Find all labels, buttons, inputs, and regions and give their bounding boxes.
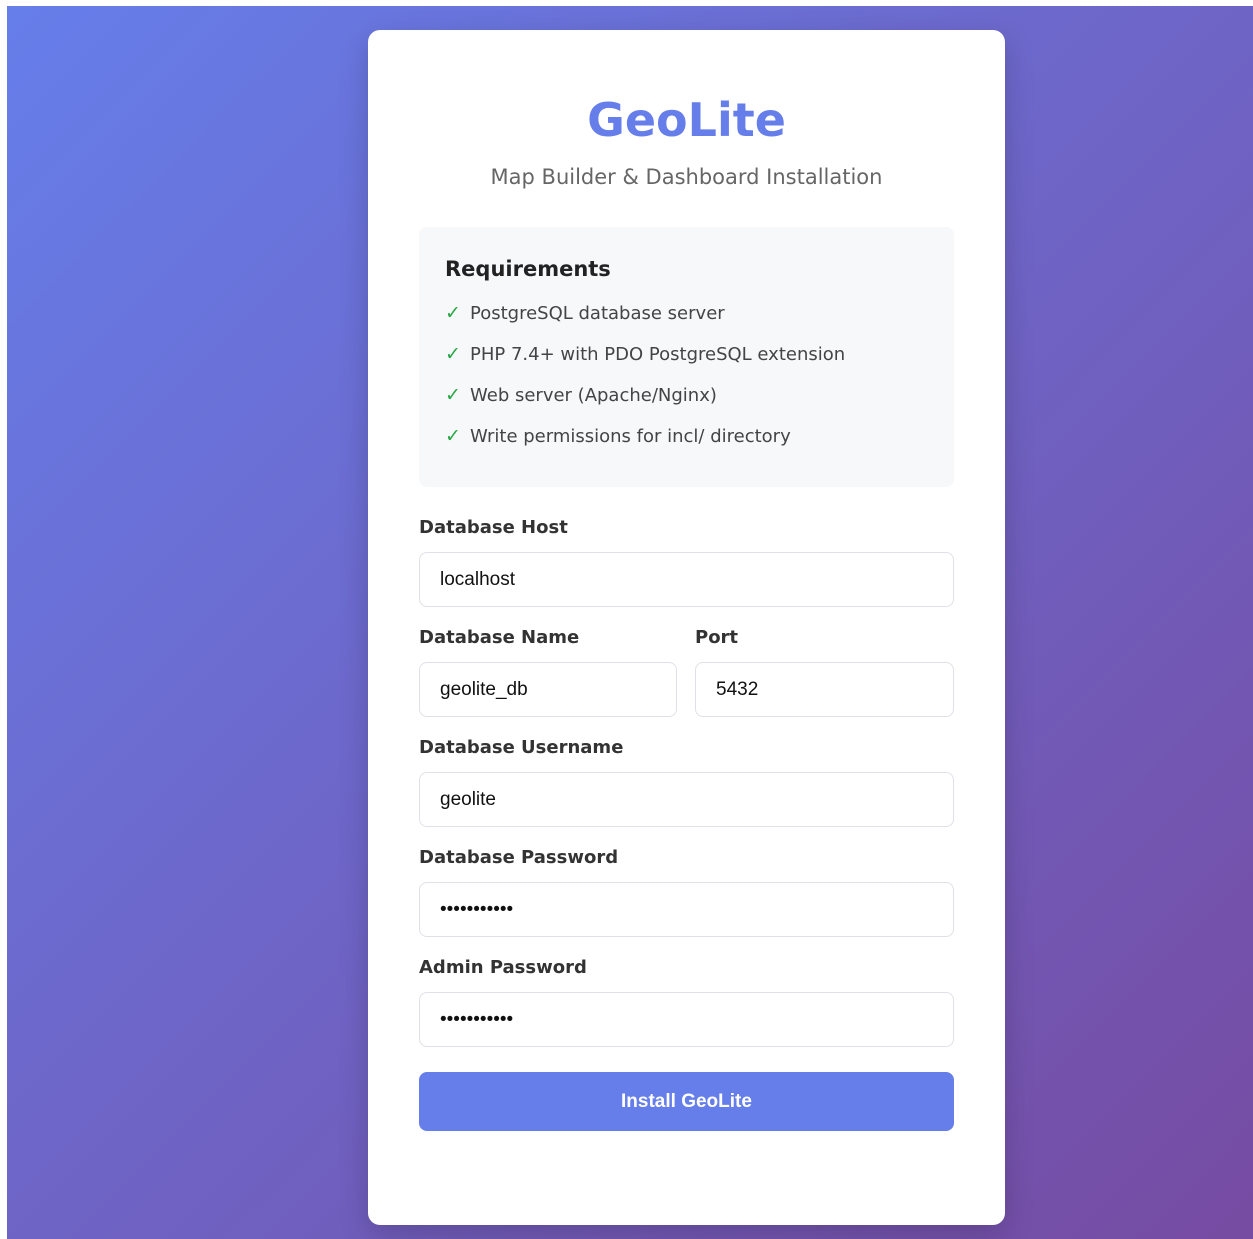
db-host-label: Database Host [419, 517, 568, 538]
admin-password-group: Admin Password [419, 957, 954, 1047]
install-form: Database Host Database Name Port Databas… [419, 517, 954, 1131]
requirement-text: PHP 7.4+ with PDO PostgreSQL extension [470, 344, 846, 365]
requirement-text: Web server (Apache/Nginx) [470, 385, 717, 406]
requirement-item: ✓ Web server (Apache/Nginx) [445, 375, 928, 416]
app-subtitle: Map Builder & Dashboard Installation [490, 165, 883, 189]
requirement-text: PostgreSQL database server [470, 303, 725, 324]
db-name-group: Database Name [419, 627, 677, 717]
db-password-group: Database Password [419, 847, 954, 937]
requirement-item: ✓ PostgreSQL database server [445, 293, 928, 334]
install-button[interactable]: Install GeoLite [419, 1072, 954, 1131]
admin-password-input[interactable] [419, 992, 954, 1047]
check-icon: ✓ [445, 425, 461, 447]
installer-card: GeoLite Map Builder & Dashboard Installa… [368, 30, 1005, 1225]
requirement-text: Write permissions for incl/ directory [470, 426, 791, 447]
requirements-panel: Requirements ✓ PostgreSQL database serve… [419, 227, 954, 487]
app-title: GeoLite [587, 93, 786, 147]
db-host-group: Database Host [419, 517, 954, 607]
db-password-input[interactable] [419, 882, 954, 937]
check-icon: ✓ [445, 384, 461, 406]
requirement-item: ✓ PHP 7.4+ with PDO PostgreSQL extension [445, 334, 928, 375]
port-label: Port [695, 627, 739, 648]
db-name-input[interactable] [419, 662, 677, 717]
port-input[interactable] [695, 662, 954, 717]
db-name-label: Database Name [419, 627, 580, 648]
requirement-item: ✓ Write permissions for incl/ directory [445, 416, 928, 457]
requirements-title: Requirements [445, 257, 611, 281]
admin-password-label: Admin Password [419, 957, 587, 978]
db-username-input[interactable] [419, 772, 954, 827]
requirements-list: ✓ PostgreSQL database server ✓ PHP 7.4+ … [445, 293, 928, 457]
db-name-port-row: Database Name Port [419, 627, 954, 717]
check-icon: ✓ [445, 343, 461, 365]
db-username-group: Database Username [419, 737, 954, 827]
db-host-input[interactable] [419, 552, 954, 607]
check-icon: ✓ [445, 302, 461, 324]
db-username-label: Database Username [419, 737, 624, 758]
port-group: Port [695, 627, 954, 717]
db-password-label: Database Password [419, 847, 619, 868]
